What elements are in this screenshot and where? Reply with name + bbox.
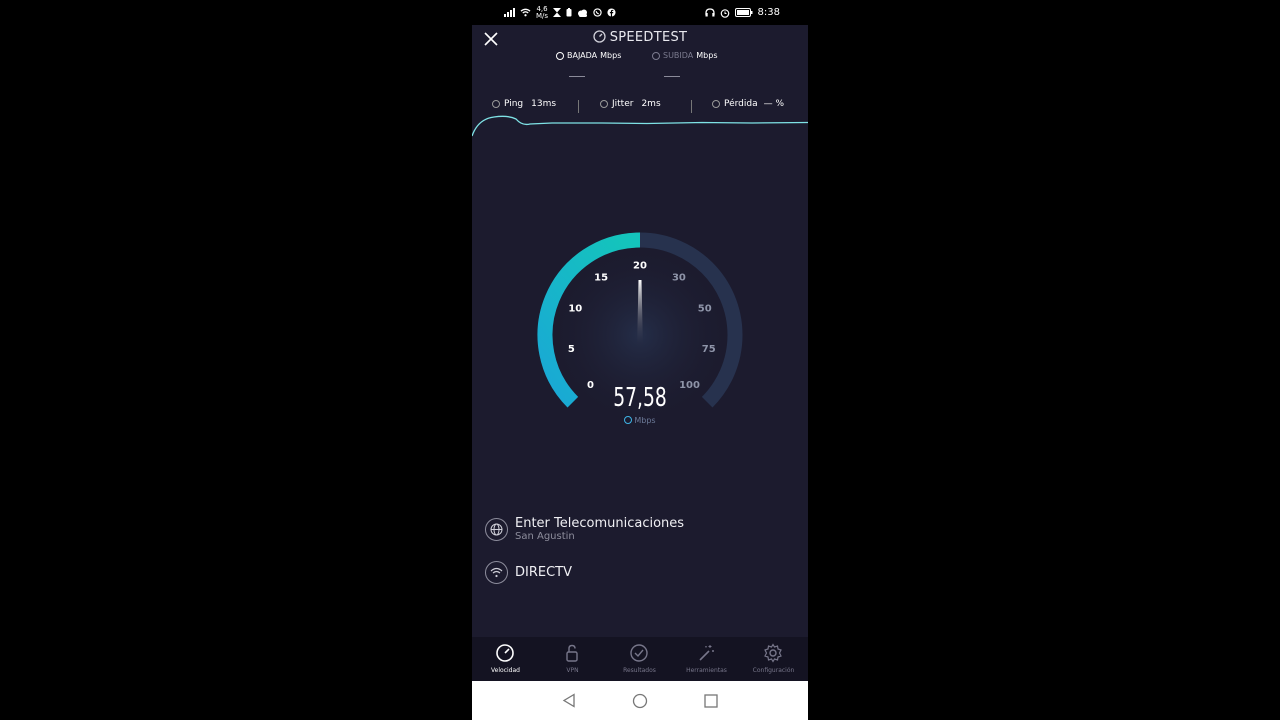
- nav-resultados[interactable]: Resultados: [606, 637, 673, 681]
- wifi-status-icon: [520, 8, 531, 17]
- cloud-icon: [578, 9, 588, 17]
- check-circle-icon: [630, 644, 648, 662]
- gauge-tick-label: 50: [698, 304, 712, 315]
- gauge-tick-label: 15: [594, 272, 608, 283]
- app-title: SPEEDTEST: [472, 30, 808, 45]
- signal-icon: [504, 8, 515, 17]
- status-left: 4,6 M/s: [504, 5, 616, 20]
- bottom-nav: Velocidad VPN Resultados Herramientas Co…: [472, 637, 808, 681]
- gauge-tick-label: 10: [568, 304, 582, 315]
- network-speed: 4,6 M/s: [536, 4, 549, 20]
- upload-mode: SUBIDA Mbps: [652, 51, 718, 60]
- home-icon[interactable]: [632, 693, 648, 709]
- status-bar: 4,6 M/s 8:38: [472, 0, 808, 25]
- speed-value: 57,58: [613, 383, 667, 413]
- speed-graph: [472, 115, 808, 137]
- wifi-info: DIRECTV: [485, 561, 572, 584]
- wifi-name: DIRECTV: [515, 565, 573, 580]
- headphones-icon: [704, 8, 715, 17]
- gear-icon: [764, 643, 782, 663]
- back-icon[interactable]: [562, 693, 576, 708]
- jitter-icon: [600, 100, 608, 108]
- gauge-tick-label: 30: [672, 272, 686, 283]
- download-arrow-icon: [556, 51, 564, 60]
- speed-unit: Mbps: [472, 416, 808, 425]
- gauge-tick-label: 20: [633, 261, 647, 272]
- battery-saver-icon: [566, 8, 572, 17]
- download-value-placeholder: [569, 76, 585, 77]
- speedometer-icon: [496, 644, 514, 662]
- isp-text: Enter Telecomunicaciones San Agustin: [515, 516, 684, 542]
- download-mode: BAJADA Mbps: [556, 51, 621, 60]
- loss-metric: Pérdida — %: [712, 99, 784, 109]
- hourglass-icon: [553, 8, 562, 17]
- gauge-tick-label: 5: [568, 344, 575, 355]
- speedtest-app: SPEEDTEST BAJADA Mbps SUBIDA Mbps Ping 1…: [472, 25, 808, 637]
- system-nav-bar: [472, 681, 808, 720]
- isp-location: San Agustin: [515, 531, 575, 542]
- facebook-icon: [607, 8, 616, 17]
- lock-icon: [566, 644, 578, 662]
- nav-velocidad[interactable]: Velocidad: [472, 637, 539, 681]
- wifi-icon: [485, 561, 508, 584]
- whatsapp-icon: [593, 8, 602, 17]
- gauge-tick-label: 75: [702, 344, 716, 355]
- ping-icon: [492, 100, 500, 108]
- status-right: 8:38: [704, 5, 780, 20]
- clock: 8:38: [757, 7, 780, 18]
- jitter-metric: Jitter 2ms: [600, 99, 661, 109]
- loss-icon: [712, 100, 720, 108]
- globe-icon: [485, 517, 508, 541]
- phone-screen: 4,6 M/s 8:38 SPEEDTEST BAJADA Mbps SUBID…: [472, 0, 808, 720]
- speedometer-logo-icon: [593, 30, 606, 43]
- ping-metric: Ping 13ms: [492, 99, 556, 109]
- alarm-icon: [720, 8, 729, 18]
- battery-icon: [734, 8, 753, 17]
- recents-icon[interactable]: [704, 694, 718, 708]
- upload-value-placeholder: [664, 76, 680, 77]
- download-arrow-icon: [624, 416, 633, 424]
- nav-vpn[interactable]: VPN: [539, 637, 606, 681]
- magic-wand-icon: [699, 645, 714, 661]
- isp-info: Enter Telecomunicaciones San Agustin: [485, 516, 684, 542]
- upload-arrow-icon: [652, 51, 660, 60]
- nav-herramientas[interactable]: Herramientas: [673, 637, 740, 681]
- isp-name: Enter Telecomunicaciones: [515, 516, 685, 531]
- nav-configuracion[interactable]: Configuración: [740, 637, 807, 681]
